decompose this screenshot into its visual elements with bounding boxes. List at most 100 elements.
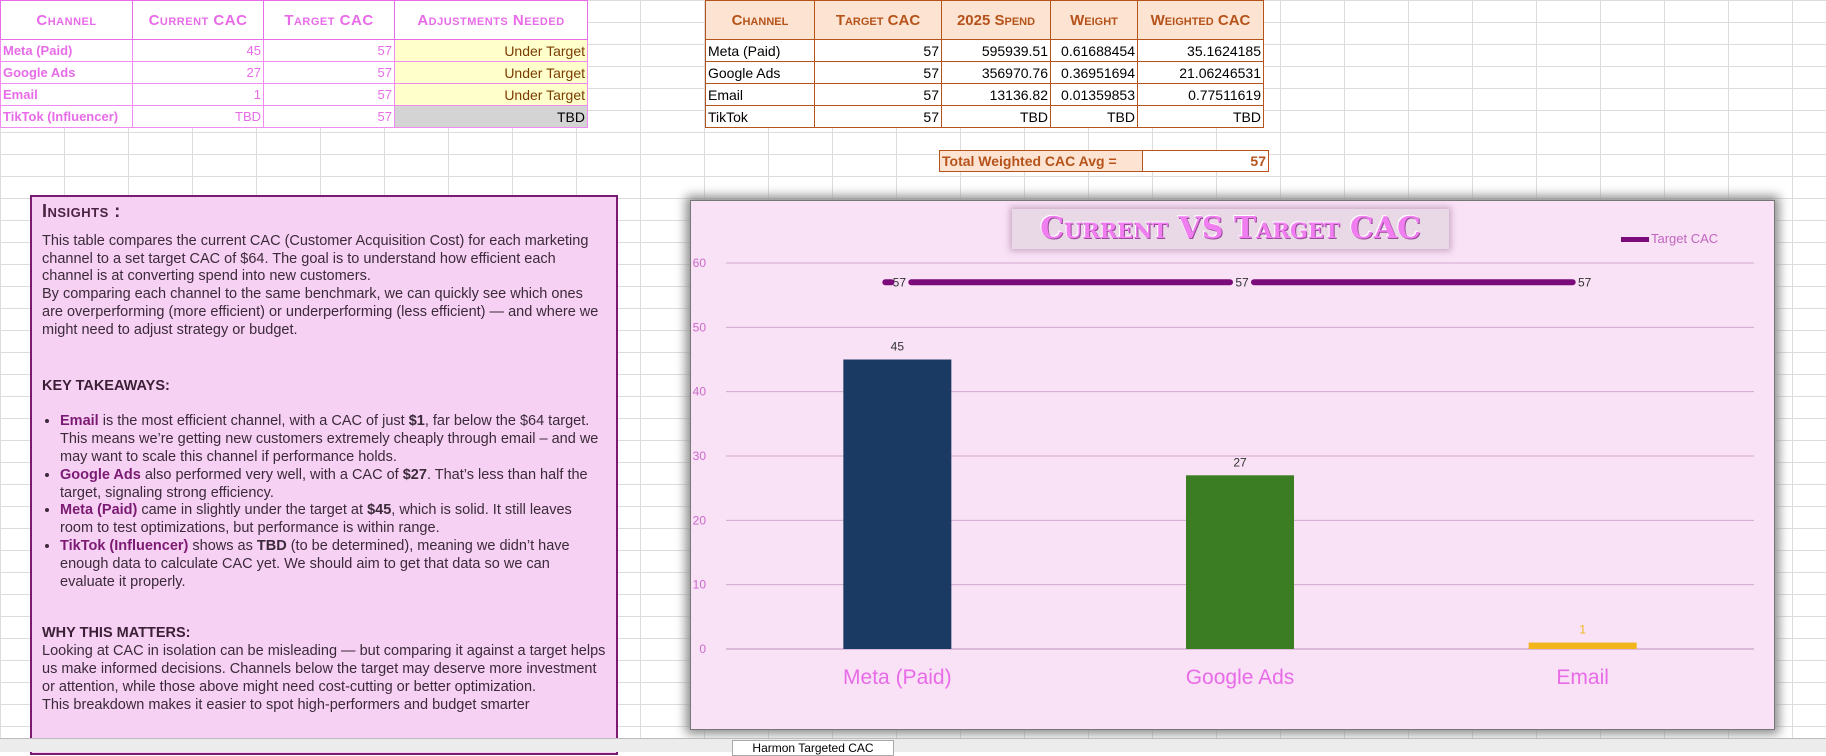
cell-target-cac[interactable]: 57: [263, 83, 395, 106]
cac-comparison-table: Channel Current CAC Target CAC Adjustmen…: [0, 0, 588, 128]
cell-weight[interactable]: 0.61688454: [1050, 39, 1138, 62]
cell-spend[interactable]: TBD: [941, 105, 1051, 128]
y-tick-label: 50: [693, 320, 707, 334]
weighted-cac-table: Channel Target CAC 2025 Spend Weight Wei…: [705, 0, 1264, 128]
takeaway-text: also performed very well, with a CAC of: [140, 466, 403, 483]
cell-target-cac[interactable]: 57: [814, 105, 942, 128]
cell-channel[interactable]: TikTok (Influencer): [0, 105, 133, 128]
data-label: 1: [1579, 623, 1586, 637]
y-tick-label: 40: [693, 385, 707, 399]
chart-plot: 0 10 20 30 40 50 60 45 Meta (Paid) 27 Google Ads 1 E…: [693, 256, 1754, 689]
takeaway-value: $45: [367, 502, 392, 519]
cac-chart[interactable]: Current VS Target CAC Target CAC 0 10 20 30…: [690, 200, 1775, 730]
cell-weighted-cac[interactable]: 21.06246531: [1137, 61, 1264, 84]
table-row: Google Ads 57 356970.76 0.36951694 21.06…: [705, 61, 1264, 84]
y-tick-label: 20: [693, 513, 707, 527]
table-row: Meta (Paid) 45 57 Under Target: [0, 39, 588, 62]
takeaway-channel: Meta (Paid): [60, 502, 138, 519]
takeaway-text: shows as: [188, 537, 257, 554]
cell-target-cac[interactable]: 57: [263, 105, 395, 128]
header-weighted-cac[interactable]: Weighted CAC: [1137, 0, 1264, 40]
insights-panel[interactable]: Insights : This table compares the curre…: [30, 195, 618, 755]
header-weight[interactable]: Weight: [1050, 0, 1138, 40]
closing-text: This breakdown makes it easier to spot h…: [42, 696, 530, 713]
sheet-tab[interactable]: Harmon Targeted CAC: [732, 740, 894, 756]
cell-weighted-cac[interactable]: 35.1624185: [1137, 39, 1264, 62]
header-current-cac[interactable]: Current CAC: [132, 0, 264, 40]
table-row: Google Ads 27 57 Under Target: [0, 61, 588, 84]
cell-weighted-cac[interactable]: 0.77511619: [1137, 83, 1264, 106]
cell-spend[interactable]: 595939.51: [941, 39, 1051, 62]
target-data-label: 57: [1578, 275, 1592, 289]
x-tick-label: Meta (Paid): [843, 666, 952, 689]
table-row: TikTok (Influencer) TBD 57 TBD: [0, 105, 588, 128]
table-header-row: Channel Current CAC Target CAC Adjustmen…: [0, 0, 588, 40]
target-data-label: 57: [893, 275, 907, 289]
header-adjustments[interactable]: Adjustments Needed: [394, 0, 588, 40]
cell-adjustment[interactable]: TBD: [394, 105, 588, 128]
header-target-cac[interactable]: Target CAC: [263, 0, 395, 40]
header-target-cac[interactable]: Target CAC: [814, 0, 942, 40]
total-weighted-cac-row: Total Weighted CAC Avg = 57: [939, 150, 1269, 172]
cell-channel[interactable]: Meta (Paid): [0, 39, 133, 62]
insights-intro: This table compares the current CAC (Cus…: [42, 232, 589, 285]
cell-channel[interactable]: Google Ads: [0, 61, 133, 84]
cell-weight[interactable]: TBD: [1050, 105, 1138, 128]
list-item: Google Ads also performed very well, wit…: [60, 467, 606, 503]
cell-spend[interactable]: 356970.76: [941, 61, 1051, 84]
cell-weight[interactable]: 0.36951694: [1050, 61, 1138, 84]
total-label[interactable]: Total Weighted CAC Avg =: [939, 150, 1143, 172]
table-row: TikTok 57 TBD TBD TBD: [705, 105, 1264, 128]
takeaway-value: $1: [408, 413, 425, 430]
data-label: 45: [891, 340, 905, 354]
cell-current-cac[interactable]: 1: [132, 83, 264, 106]
cell-channel[interactable]: Email: [705, 83, 815, 106]
insights-title: Insights :: [42, 201, 121, 221]
cell-channel[interactable]: Google Ads: [705, 61, 815, 84]
table-header-row: Channel Target CAC 2025 Spend Weight Wei…: [705, 0, 1264, 40]
why-heading: WHY THIS MATTERS:: [42, 625, 191, 642]
list-item: Email is the most efficient channel, wit…: [60, 413, 606, 466]
data-label: 27: [1233, 455, 1247, 469]
takeaway-channel: Google Ads: [60, 466, 141, 483]
takeaway-channel: Email: [60, 413, 99, 430]
header-2025-spend[interactable]: 2025 Spend: [941, 0, 1051, 40]
bar: [843, 359, 952, 649]
y-tick-label: 10: [693, 578, 707, 592]
header-channel[interactable]: Channel: [0, 0, 133, 40]
header-channel[interactable]: Channel: [705, 0, 815, 40]
cell-spend[interactable]: 13136.82: [941, 83, 1051, 106]
key-takeaways-heading: KEY TAKEAWAYS:: [42, 377, 170, 394]
x-tick-label: Google Ads: [1186, 666, 1295, 689]
takeaway-text: came in slightly under the target at: [137, 502, 368, 519]
cell-target-cac[interactable]: 57: [263, 61, 395, 84]
cell-adjustment[interactable]: Under Target: [394, 61, 588, 84]
takeaways-list: Email is the most efficient channel, wit…: [42, 413, 606, 591]
cell-channel[interactable]: Email: [0, 83, 133, 106]
takeaway-value: TBD: [256, 537, 287, 554]
cell-current-cac[interactable]: 27: [132, 61, 264, 84]
cell-adjustment[interactable]: Under Target: [394, 39, 588, 62]
cell-target-cac[interactable]: 57: [814, 39, 942, 62]
cell-channel[interactable]: Meta (Paid): [705, 39, 815, 62]
y-tick-label: 0: [699, 642, 706, 656]
takeaway-channel: TikTok (Influencer): [60, 537, 189, 554]
takeaway-text: is the most efficient channel, with a CA…: [98, 413, 409, 430]
bar: [1186, 475, 1294, 649]
cell-channel[interactable]: TikTok: [705, 105, 815, 128]
cell-adjustment[interactable]: Under Target: [394, 83, 588, 106]
y-tick-label: 60: [693, 256, 707, 270]
table-row: Meta (Paid) 57 595939.51 0.61688454 35.1…: [705, 39, 1264, 62]
table-row: Email 57 13136.82 0.01359853 0.77511619: [705, 83, 1264, 106]
table-row: Email 1 57 Under Target: [0, 83, 588, 106]
cell-target-cac[interactable]: 57: [814, 61, 942, 84]
cell-current-cac[interactable]: 45: [132, 39, 264, 62]
total-value[interactable]: 57: [1142, 150, 1269, 172]
cell-current-cac[interactable]: TBD: [132, 105, 264, 128]
cell-weight[interactable]: 0.01359853: [1050, 83, 1138, 106]
cell-target-cac[interactable]: 57: [263, 39, 395, 62]
target-data-label: 57: [1235, 275, 1249, 289]
why-text: Looking at CAC in isolation can be misle…: [42, 643, 606, 695]
cell-weighted-cac[interactable]: TBD: [1137, 105, 1264, 128]
cell-target-cac[interactable]: 57: [814, 83, 942, 106]
